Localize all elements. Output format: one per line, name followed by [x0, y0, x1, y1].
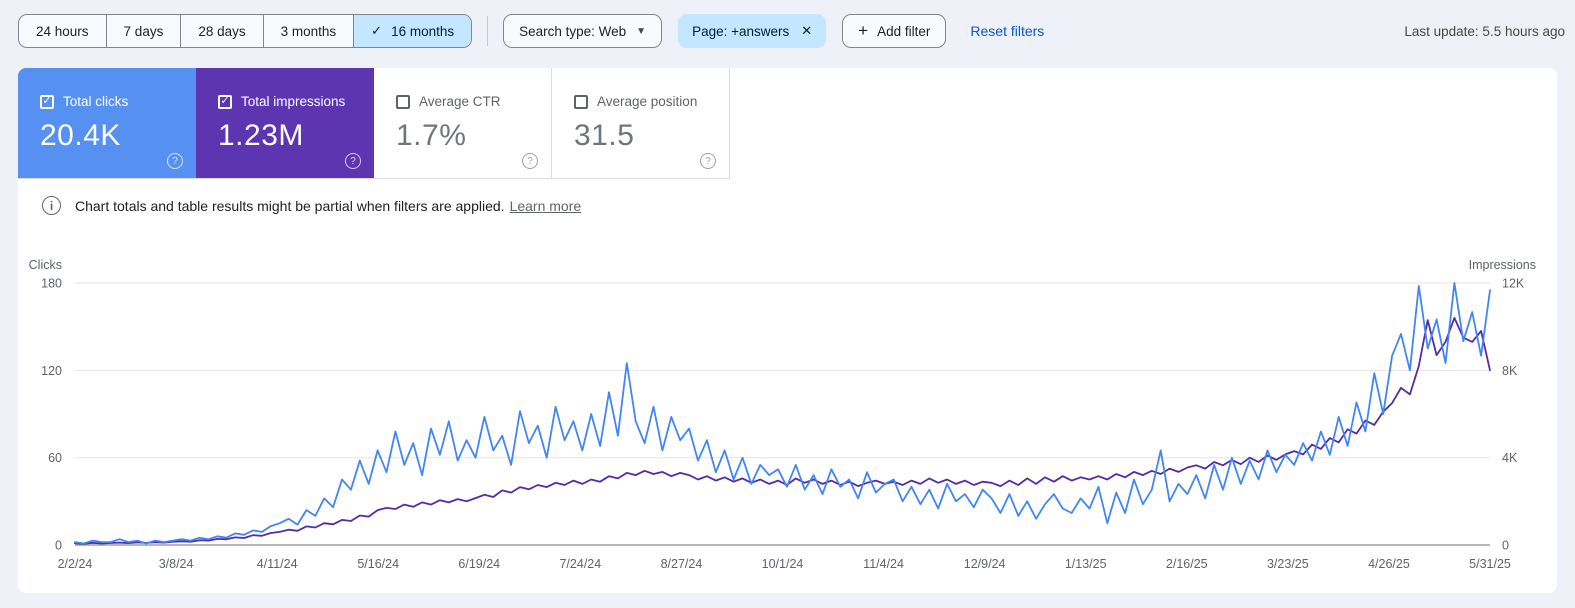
- svg-text:60: 60: [48, 451, 62, 465]
- date-range-7-days[interactable]: 7 days: [107, 15, 182, 47]
- date-range-label: 24 hours: [36, 23, 89, 39]
- svg-text:8K: 8K: [1502, 364, 1518, 378]
- svg-text:5/16/24: 5/16/24: [357, 557, 399, 571]
- svg-text:0: 0: [1502, 539, 1509, 553]
- date-range-group: 24 hours 7 days 28 days 3 months ✓ 16 mo…: [18, 14, 473, 48]
- plus-icon: +: [858, 21, 869, 40]
- svg-text:11/4/24: 11/4/24: [863, 557, 904, 571]
- date-range-28-days[interactable]: 28 days: [181, 15, 264, 47]
- svg-text:12/9/24: 12/9/24: [964, 557, 1006, 571]
- svg-text:120: 120: [41, 364, 62, 378]
- svg-text:4/11/24: 4/11/24: [257, 557, 298, 571]
- date-range-label: 16 months: [391, 23, 455, 39]
- svg-text:180: 180: [41, 277, 62, 291]
- svg-text:6/19/24: 6/19/24: [458, 557, 500, 571]
- svg-text:3/23/25: 3/23/25: [1267, 557, 1309, 571]
- date-range-label: 3 months: [280, 23, 337, 39]
- check-icon: ✓: [371, 23, 383, 38]
- date-range-3-months[interactable]: 3 months: [264, 15, 355, 47]
- performance-panel: ✓ Total clicks 20.4K ? ✓ Total impressio…: [18, 68, 1557, 593]
- page-filter-chip[interactable]: Page: +answers ✕: [678, 14, 827, 48]
- svg-text:0: 0: [55, 539, 62, 553]
- svg-text:4K: 4K: [1502, 451, 1518, 465]
- filters-toolbar: 24 hours 7 days 28 days 3 months ✓ 16 mo…: [18, 14, 1565, 48]
- reset-filters-link[interactable]: Reset filters: [970, 23, 1044, 39]
- toolbar-divider: [487, 16, 489, 46]
- svg-text:3/8/24: 3/8/24: [159, 557, 194, 571]
- chevron-down-icon: ▼: [636, 25, 647, 37]
- svg-text:1/13/25: 1/13/25: [1065, 557, 1107, 571]
- svg-text:2/16/25: 2/16/25: [1166, 557, 1208, 571]
- add-filter-button[interactable]: + Add filter: [842, 14, 947, 48]
- svg-text:8/27/24: 8/27/24: [661, 557, 703, 571]
- svg-text:2/2/24: 2/2/24: [58, 557, 93, 571]
- date-range-16-months[interactable]: ✓ 16 months: [354, 15, 472, 47]
- svg-text:Clicks: Clicks: [29, 258, 62, 272]
- svg-text:5/31/25: 5/31/25: [1469, 557, 1511, 571]
- date-range-label: 28 days: [198, 23, 246, 39]
- search-type-dropdown[interactable]: Search type: Web ▼: [503, 14, 663, 48]
- chart-svg[interactable]: 180 12K 120 8K 60 4K 0 0 Clicks Impressions 2/2/24…: [18, 68, 1557, 593]
- search-type-label: Search type: Web: [519, 23, 627, 39]
- svg-text:4/26/25: 4/26/25: [1368, 557, 1410, 571]
- performance-chart[interactable]: 180 12K 120 8K 60 4K 0 0 Clicks Impressions 2/2/24…: [18, 68, 1557, 593]
- svg-text:7/24/24: 7/24/24: [559, 557, 601, 571]
- svg-text:12K: 12K: [1502, 277, 1525, 291]
- close-icon[interactable]: ✕: [801, 23, 812, 39]
- last-update-text: Last update: 5.5 hours ago: [1404, 23, 1565, 39]
- svg-text:10/1/24: 10/1/24: [762, 557, 804, 571]
- date-range-label: 7 days: [123, 23, 164, 39]
- add-filter-label: Add filter: [877, 23, 931, 39]
- svg-text:Impressions: Impressions: [1469, 258, 1536, 272]
- date-range-24-hours[interactable]: 24 hours: [19, 15, 107, 47]
- page-filter-label: Page: +answers: [692, 23, 790, 39]
